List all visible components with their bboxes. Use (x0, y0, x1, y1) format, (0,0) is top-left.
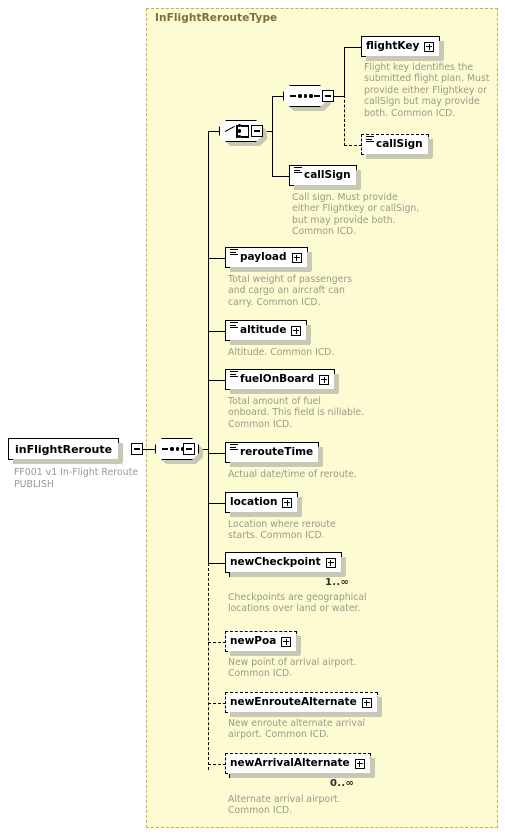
node-label: callSign (376, 138, 423, 151)
node-payload[interactable]: payload (225, 247, 312, 272)
inner-sequence-collapse-minus-icon[interactable] (322, 90, 334, 102)
doc-callsign: Call sign. Must provide either Flightkey… (292, 192, 420, 238)
connector-to-newpoa (208, 642, 226, 643)
choice-collapse-minus-icon[interactable] (251, 125, 263, 137)
element-content-icon (230, 322, 238, 330)
connector-to-reroutetime (208, 453, 226, 455)
root-element-label: inFlightReroute (15, 442, 113, 456)
connector-to-payload (208, 258, 226, 260)
doc-location: Location where reroute starts. Common IC… (228, 519, 336, 542)
node-altitude[interactable]: altitude (225, 320, 312, 345)
doc-payload: Total weight of passengers and cargo an … (228, 274, 353, 308)
node-label: callSign (304, 169, 351, 182)
node-callsign-ref[interactable]: callSign (361, 134, 433, 159)
cardinality-newcheckpoint: 1..∞ (325, 577, 350, 588)
root-collapse-minus-icon[interactable] (131, 443, 143, 455)
node-label: payload (240, 251, 287, 264)
spine-solid (208, 131, 210, 565)
node-label: newPoa (230, 635, 277, 648)
type-panel-title: InFlightRerouteType (155, 12, 278, 24)
expand-plus-icon[interactable] (361, 697, 372, 708)
expand-plus-icon[interactable] (319, 374, 330, 385)
node-label: newEnrouteAlternate (230, 696, 357, 709)
node-location[interactable]: location (225, 492, 303, 517)
connector-to-newarrivalalternate (208, 764, 226, 765)
node-label: flightKey (366, 40, 420, 53)
expand-plus-icon[interactable] (282, 497, 293, 508)
node-label: newCheckpoint (230, 556, 321, 569)
expand-plus-icon[interactable] (291, 252, 302, 263)
node-label: rerouteTime (240, 446, 314, 459)
connector-to-fuelonboard (208, 380, 226, 382)
connector-to-callsign (272, 176, 290, 178)
node-label: newArrivalAlternate (230, 757, 350, 770)
node-label: altitude (240, 324, 287, 337)
element-content-icon (294, 167, 302, 175)
doc-newcheckpoint: Checkpoints are geographical locations o… (228, 592, 367, 615)
node-label: location (230, 496, 278, 509)
node-flightkey[interactable]: flightKey (361, 36, 445, 61)
cardinality-newarrivalalternate: 0..∞ (330, 778, 355, 789)
element-content-icon (230, 444, 238, 452)
node-newcheckpoint[interactable]: newCheckpoint (225, 552, 346, 577)
node-label: fuelOnBoard (240, 373, 315, 386)
node-newarrivalalternate[interactable]: newArrivalAlternate (225, 753, 375, 778)
node-newpoa[interactable]: newPoa (225, 631, 302, 656)
element-content-icon (230, 371, 238, 379)
spine-dashed (208, 563, 209, 770)
connector-to-flightkey (344, 47, 362, 49)
inner-sequence-spine-dashed (344, 95, 345, 146)
root-element-documentation: FF001 v1 In-Flight Reroute PUBLISH (14, 467, 139, 490)
doc-flightkey: Flight key identifies the submitted flig… (364, 62, 490, 119)
connector-to-callsign-ref (344, 145, 362, 146)
element-content-icon (230, 249, 238, 257)
xsd-diagram-canvas: InFlightRerouteType inFlightReroute FF00… (0, 0, 505, 836)
root-sequence-collapse-minus-icon[interactable] (183, 443, 195, 455)
connector-to-newcheckpoint (208, 563, 226, 565)
connector-to-location (208, 503, 226, 505)
expand-plus-icon[interactable] (325, 557, 336, 568)
connector-to-altitude (208, 331, 226, 333)
sequence-icon (290, 94, 320, 98)
node-callsign[interactable]: callSign (289, 165, 361, 190)
element-content-icon (366, 136, 374, 144)
expand-plus-icon[interactable] (354, 758, 365, 769)
compositor-inner-sequence[interactable] (283, 85, 331, 111)
node-reroutetime[interactable]: rerouteTime (225, 442, 324, 467)
expand-plus-icon[interactable] (424, 41, 435, 52)
expand-plus-icon[interactable] (291, 325, 302, 336)
inner-sequence-spine-solid (344, 47, 346, 96)
connector-to-newenroutealternate (208, 703, 226, 704)
root-element-inflightreroute[interactable]: inFlightReroute (8, 438, 124, 464)
choice-branch-spine (272, 96, 274, 177)
expand-plus-icon[interactable] (281, 636, 292, 647)
doc-newenroutealternate: New enroute alternate arrival airport. C… (228, 718, 366, 741)
doc-altitude: Altitude. Common ICD. (228, 347, 335, 358)
doc-newarrivalalternate: Alternate arrival airport. Common ICD. (228, 794, 341, 817)
doc-fuelonboard: Total amount of fuel onboard. This field… (228, 396, 365, 430)
node-newenroutealternate[interactable]: newEnrouteAlternate (225, 692, 382, 717)
doc-reroutetime: Actual date/time of reroute. (228, 469, 357, 480)
doc-newpoa: New point of arrival airport. Common ICD… (228, 657, 357, 680)
node-fuelonboard[interactable]: fuelOnBoard (225, 369, 340, 394)
